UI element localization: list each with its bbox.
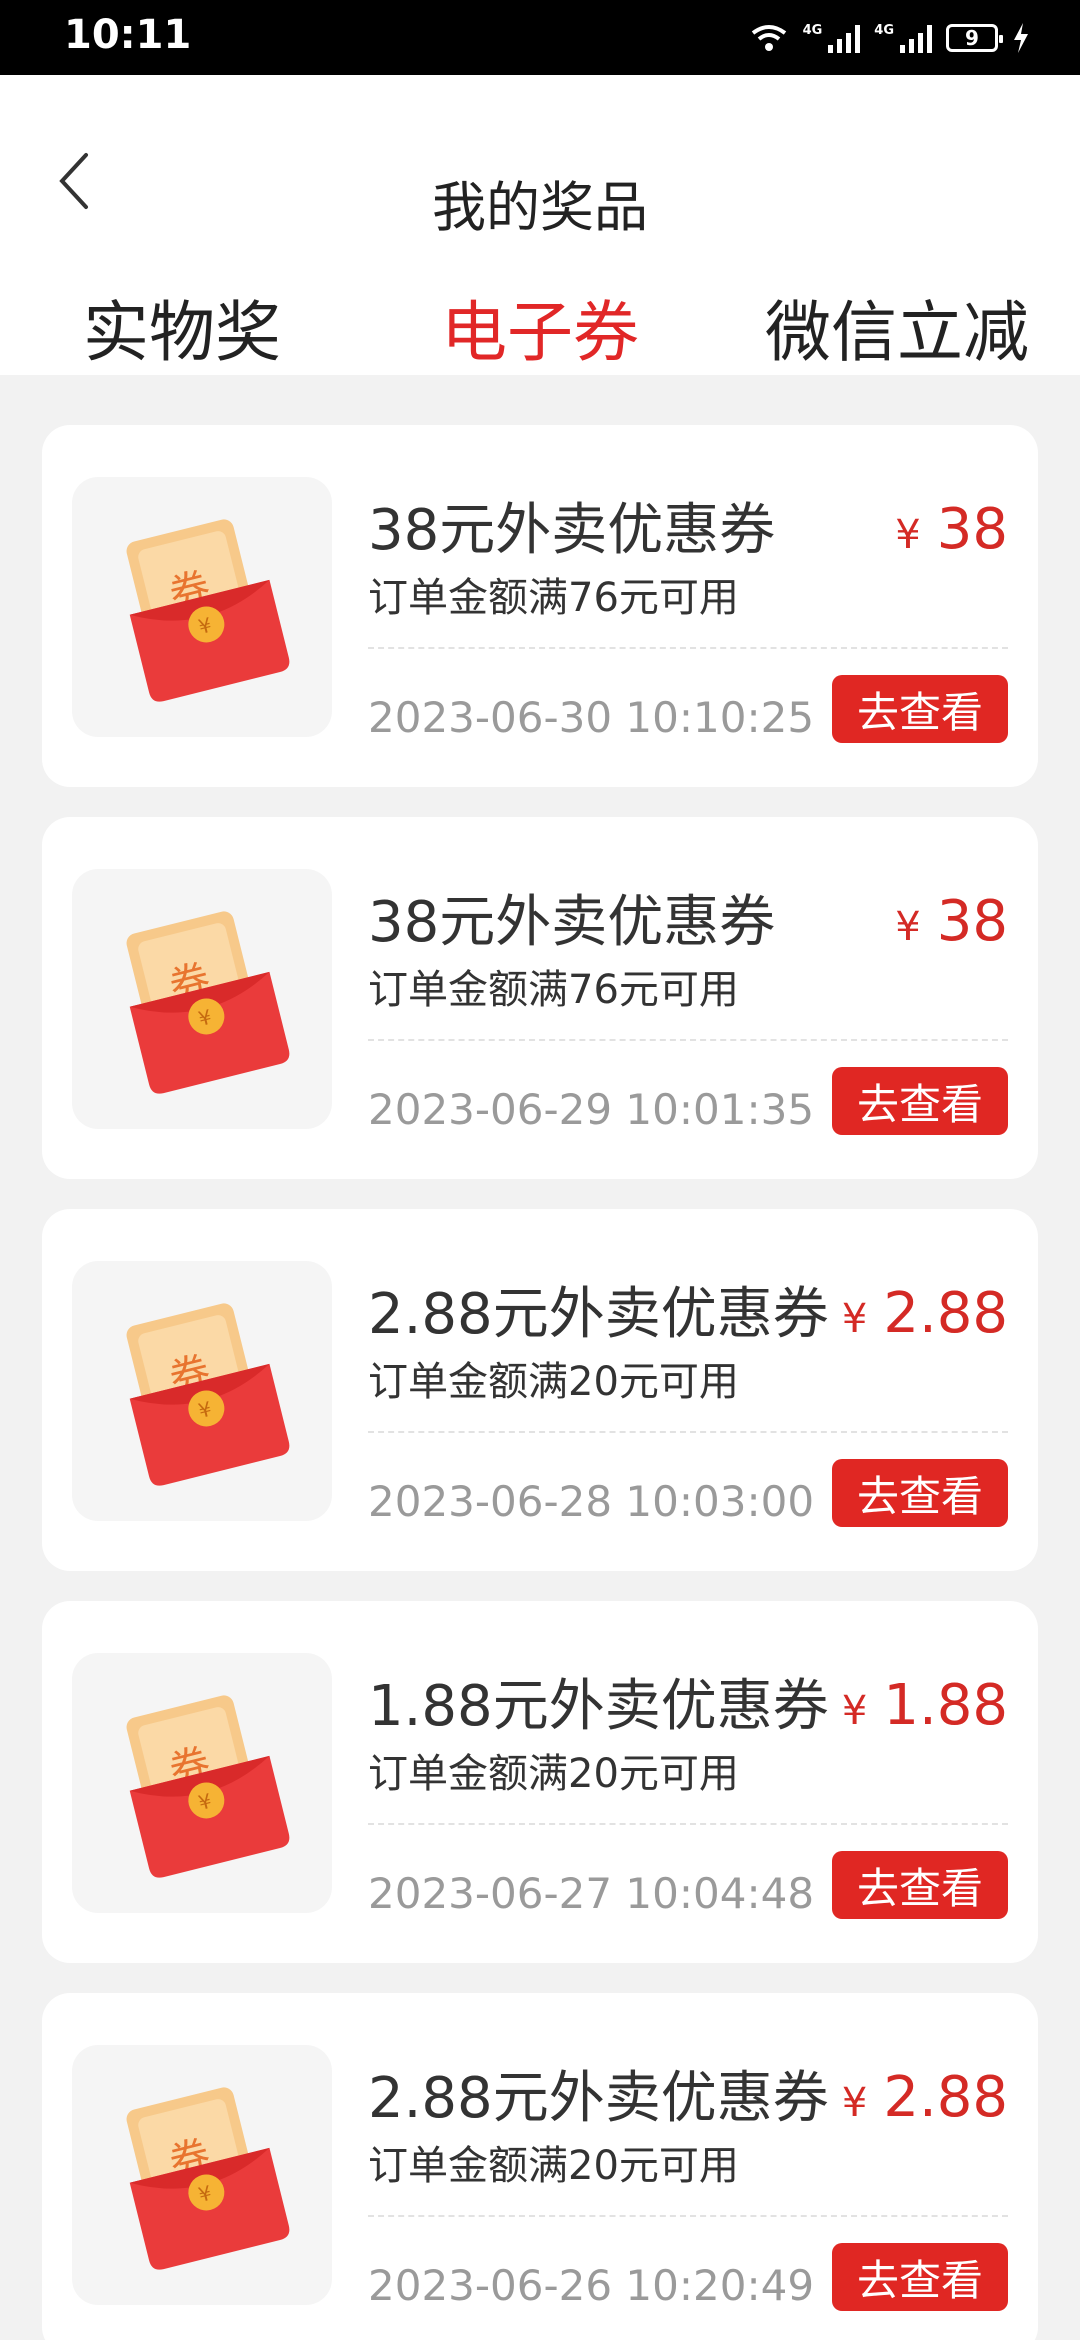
coupon-condition: 订单金额满20元可用	[368, 2143, 739, 2189]
coupon-card[interactable]: 券 ¥ 1.88元外卖优惠券 订单金额满20元可用 ¥ 1.88 2023-06…	[42, 1601, 1038, 1963]
coupon-amount: 2.88	[883, 1281, 1008, 1346]
charging-icon	[1014, 23, 1028, 53]
currency-symbol: ¥	[895, 904, 921, 950]
status-icons: 4G 4G 9	[749, 14, 1030, 62]
view-button[interactable]: 去查看	[832, 675, 1008, 743]
tab-physical-prizes[interactable]: 实物奖品	[72, 285, 292, 375]
coupon-thumbnail: 券 ¥	[72, 869, 332, 1129]
divider	[368, 647, 1008, 649]
signal-icon-2: 4G	[874, 23, 932, 53]
coupon-title: 2.88元外卖优惠券	[368, 1282, 829, 1347]
coupon-card[interactable]: 券 ¥ 38元外卖优惠券 订单金额满76元可用 ¥ 38 2023-06-30 …	[42, 425, 1038, 787]
coupon-amount: 2.88	[883, 2065, 1008, 2130]
coupon-condition: 订单金额满20元可用	[368, 1751, 739, 1797]
coupon-card[interactable]: 券 ¥ 2.88元外卖优惠券 订单金额满20元可用 ¥ 2.88 2023-06…	[42, 1993, 1038, 2340]
view-button[interactable]: 去查看	[832, 1851, 1008, 1919]
coupon-thumbnail: 券 ¥	[72, 1261, 332, 1521]
tab-bar: 实物奖品 电子券 微信立减金	[0, 285, 1080, 375]
signal-icon: 4G	[803, 23, 861, 53]
coupon-price: ¥ 38	[895, 497, 1008, 562]
red-envelope-icon: 券 ¥	[126, 519, 290, 702]
coupon-date: 2023-06-28 10:03:00	[368, 1477, 815, 1526]
coupon-date: 2023-06-29 10:01:35	[368, 1085, 815, 1134]
red-envelope-icon: 券 ¥	[126, 2087, 290, 2270]
divider	[368, 1039, 1008, 1041]
currency-symbol: ¥	[895, 512, 921, 558]
coupon-thumbnail: 券 ¥	[72, 2045, 332, 2305]
coupon-title: 38元外卖优惠券	[368, 498, 776, 563]
coupon-amount: 38	[936, 497, 1008, 562]
tab-wechat-discount[interactable]: 微信立减金	[752, 285, 1042, 375]
status-time: 10:11	[64, 12, 192, 58]
wifi-icon	[751, 25, 786, 51]
divider	[368, 1431, 1008, 1433]
coupon-title: 38元外卖优惠券	[368, 890, 776, 955]
red-envelope-icon: 券 ¥	[126, 1303, 290, 1486]
coupon-amount: 1.88	[883, 1673, 1008, 1738]
currency-symbol: ¥	[841, 1688, 868, 1734]
coupon-condition: 订单金额满76元可用	[368, 575, 739, 621]
coupon-condition: 订单金额满20元可用	[368, 1359, 739, 1405]
status-bar: 10:11 4G 4G 9	[0, 0, 1080, 75]
coupon-card[interactable]: 券 ¥ 38元外卖优惠券 订单金额满76元可用 ¥ 38 2023-06-29 …	[42, 817, 1038, 1179]
battery-icon: 9	[946, 24, 1003, 52]
currency-symbol: ¥	[841, 2080, 868, 2126]
tab-e-coupons[interactable]: 电子券	[390, 285, 690, 375]
coupon-date: 2023-06-30 10:10:25	[368, 693, 815, 742]
coupon-list: 券 ¥ 38元外卖优惠券 订单金额满76元可用 ¥ 38 2023-06-30 …	[42, 425, 1038, 2340]
coupon-thumbnail: 券 ¥	[72, 1653, 332, 1913]
divider	[368, 1823, 1008, 1825]
coupon-condition: 订单金额满76元可用	[368, 967, 739, 1013]
page-title: 我的奖品	[432, 176, 648, 239]
coupon-price: ¥ 2.88	[842, 1281, 1008, 1346]
coupon-date: 2023-06-26 10:20:49	[368, 2261, 815, 2310]
coupon-card[interactable]: 券 ¥ 2.88元外卖优惠券 订单金额满20元可用 ¥ 2.88 2023-06…	[42, 1209, 1038, 1571]
view-button[interactable]: 去查看	[832, 1067, 1008, 1135]
divider	[368, 2215, 1008, 2217]
red-envelope-icon: 券 ¥	[126, 911, 290, 1094]
coupon-title: 2.88元外卖优惠券	[368, 2066, 829, 2131]
view-button[interactable]: 去查看	[832, 1459, 1008, 1527]
currency-symbol: ¥	[841, 1296, 868, 1342]
view-button[interactable]: 去查看	[832, 2243, 1008, 2311]
coupon-amount: 38	[936, 889, 1008, 954]
coupon-date: 2023-06-27 10:04:48	[368, 1869, 815, 1918]
coupon-price: ¥ 38	[895, 889, 1008, 954]
coupon-price: ¥ 2.88	[842, 2065, 1008, 2130]
coupon-price: ¥ 1.88	[842, 1673, 1008, 1738]
coupon-thumbnail: 券 ¥	[72, 477, 332, 737]
red-envelope-icon: 券 ¥	[126, 1695, 290, 1878]
header: 我的奖品 实物奖品 电子券 微信立减金	[0, 75, 1080, 375]
coupon-title: 1.88元外卖优惠券	[368, 1674, 829, 1739]
